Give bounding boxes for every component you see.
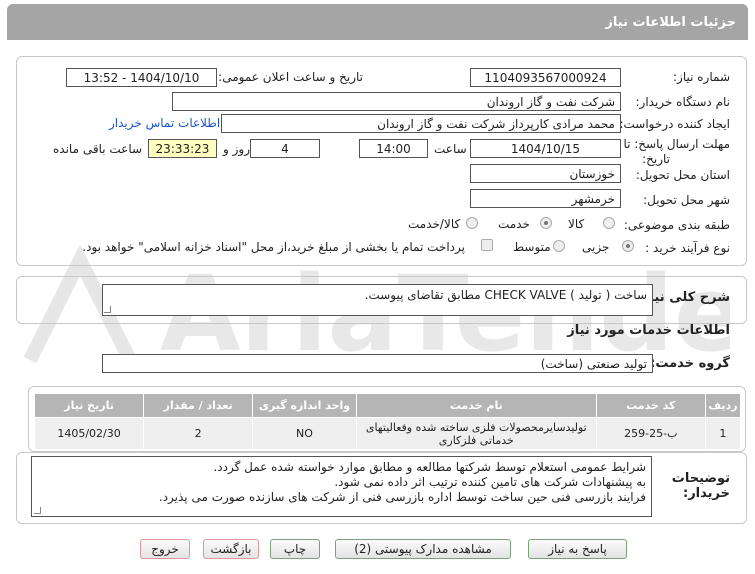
- city-label: شهر محل تحویل:: [643, 193, 730, 207]
- buyer-notes-resize-handle[interactable]: [34, 507, 41, 514]
- buyer-org-field[interactable]: شرکت نفت و گاز اروندان: [172, 92, 621, 111]
- col-header-service-name: نام خدمت: [355, 393, 597, 418]
- buyer-contact-link[interactable]: اطلاعات تماس خریدار: [109, 116, 220, 130]
- buyer-notes-label: توضیحات خریدار:: [671, 471, 730, 501]
- remaining-time-field: 23:33:23: [148, 139, 217, 158]
- exit-button[interactable]: خروج: [140, 539, 190, 559]
- deadline-date-field[interactable]: 1404/10/15: [470, 139, 621, 158]
- cell-unit: NO: [252, 417, 357, 450]
- purchase-option-medium: متوسط: [513, 240, 551, 254]
- col-header-unit: واحد اندازه گیری: [252, 393, 357, 418]
- treasury-checkbox[interactable]: [481, 239, 493, 251]
- purchase-radio-medium[interactable]: [553, 240, 565, 252]
- days-label: روز و: [223, 142, 250, 156]
- province-label: استان محل تحویل:: [635, 168, 730, 182]
- category-option-goods-service: کالا/خدمت: [408, 217, 461, 231]
- services-section-title: اطلاعات خدمات مورد نیاز: [567, 323, 730, 338]
- need-number-label: شماره نیاز:: [673, 70, 730, 84]
- col-header-quantity: تعداد / مقدار: [143, 393, 254, 418]
- service-group-label: گروه خدمت:: [650, 356, 730, 371]
- page-header: جزئیات اطلاعات نیاز: [7, 4, 748, 40]
- page-title: جزئیات اطلاعات نیاز: [605, 15, 736, 30]
- description-resize-handle[interactable]: [104, 306, 111, 313]
- buyer-org-label: نام دستگاه خریدار:: [635, 95, 731, 109]
- category-option-goods: کالا: [568, 217, 585, 231]
- view-attachments-button[interactable]: مشاهده مدارک پیوستی (2): [335, 539, 511, 559]
- remaining-days-field[interactable]: 4: [250, 139, 320, 158]
- cell-service-name: تولیدسایرمحصولات فلزی ساخته شده وفعالیته…: [355, 417, 597, 450]
- requester-label: ایجاد کننده درخواست:: [619, 117, 730, 131]
- service-group-field[interactable]: تولید صنعتی (ساخت): [102, 354, 653, 373]
- reply-button[interactable]: پاسخ به نیاز: [528, 539, 627, 559]
- col-header-service-code: کد خدمت: [595, 393, 706, 418]
- province-field[interactable]: خوزستان: [470, 164, 621, 183]
- buyer-note-line-2: به پیشنهادات شرکت های تامین کننده ترتیب …: [334, 475, 646, 489]
- cell-need-date: 1405/02/30: [33, 417, 145, 450]
- purchase-radio-minor[interactable]: [622, 240, 634, 252]
- col-header-need-date: تاریخ نیاز: [33, 393, 145, 418]
- need-number-field[interactable]: 1104093567000924: [470, 68, 621, 87]
- category-radio-goods[interactable]: [603, 217, 615, 229]
- print-button[interactable]: چاپ: [270, 539, 320, 559]
- announce-datetime-field[interactable]: 1404/10/10 - 13:52: [66, 68, 217, 87]
- treasury-checkbox-label: پرداخت تمام یا بخشی از مبلغ خرید،از محل …: [82, 240, 465, 254]
- category-radio-goods-service[interactable]: [466, 217, 478, 229]
- services-table: ردیف کد خدمت نام خدمت واحد اندازه گیری ت…: [33, 393, 742, 450]
- col-header-row-number: ردیف: [704, 393, 742, 418]
- purchase-option-minor: جزیی: [582, 240, 610, 254]
- deadline-label: مهلت ارسال پاسخ: تا: [623, 137, 730, 151]
- need-info-panel: [16, 56, 747, 266]
- announce-datetime-label: تاریخ و ساعت اعلان عمومی:: [218, 70, 363, 84]
- remaining-time-label: ساعت باقی مانده: [53, 142, 143, 156]
- deadline-time-label: ساعت: [434, 142, 467, 156]
- purchase-type-label: نوع فرآیند خرید :: [645, 241, 730, 255]
- description-field[interactable]: ساخت ( تولید ) CHECK VALVE مطابق تقاضای …: [102, 284, 653, 316]
- city-field[interactable]: خرمشهر: [470, 189, 621, 208]
- cell-quantity: 2: [143, 417, 254, 450]
- deadline-time-field[interactable]: 14:00: [359, 139, 428, 158]
- category-option-service: خدمت: [498, 217, 530, 231]
- buyer-note-line-1: شرایط عمومی استعلام توسط شرکتها مطالعه و…: [213, 460, 646, 474]
- deadline-label-date: تاریخ:: [642, 152, 670, 166]
- cell-row-number: 1: [704, 417, 742, 450]
- category-label: طبقه بندی موضوعی:: [623, 218, 730, 232]
- back-button[interactable]: بازگشت: [203, 539, 259, 559]
- table-row[interactable]: 1 ب-25-259 تولیدسایرمحصولات فلزی ساخته ش…: [33, 417, 742, 450]
- table-header-row: ردیف کد خدمت نام خدمت واحد اندازه گیری ت…: [33, 393, 742, 418]
- requester-field[interactable]: محمد مرادی کارپرداز شرکت نفت و گاز اروند…: [221, 114, 621, 133]
- buyer-notes-field[interactable]: شرایط عمومی استعلام توسط شرکتها مطالعه و…: [31, 456, 652, 517]
- category-radio-service[interactable]: [540, 217, 552, 229]
- buyer-note-line-3: فرایند بازرسی فنی حین ساخت توسط اداره با…: [158, 490, 646, 504]
- cell-service-code: ب-25-259: [595, 417, 706, 450]
